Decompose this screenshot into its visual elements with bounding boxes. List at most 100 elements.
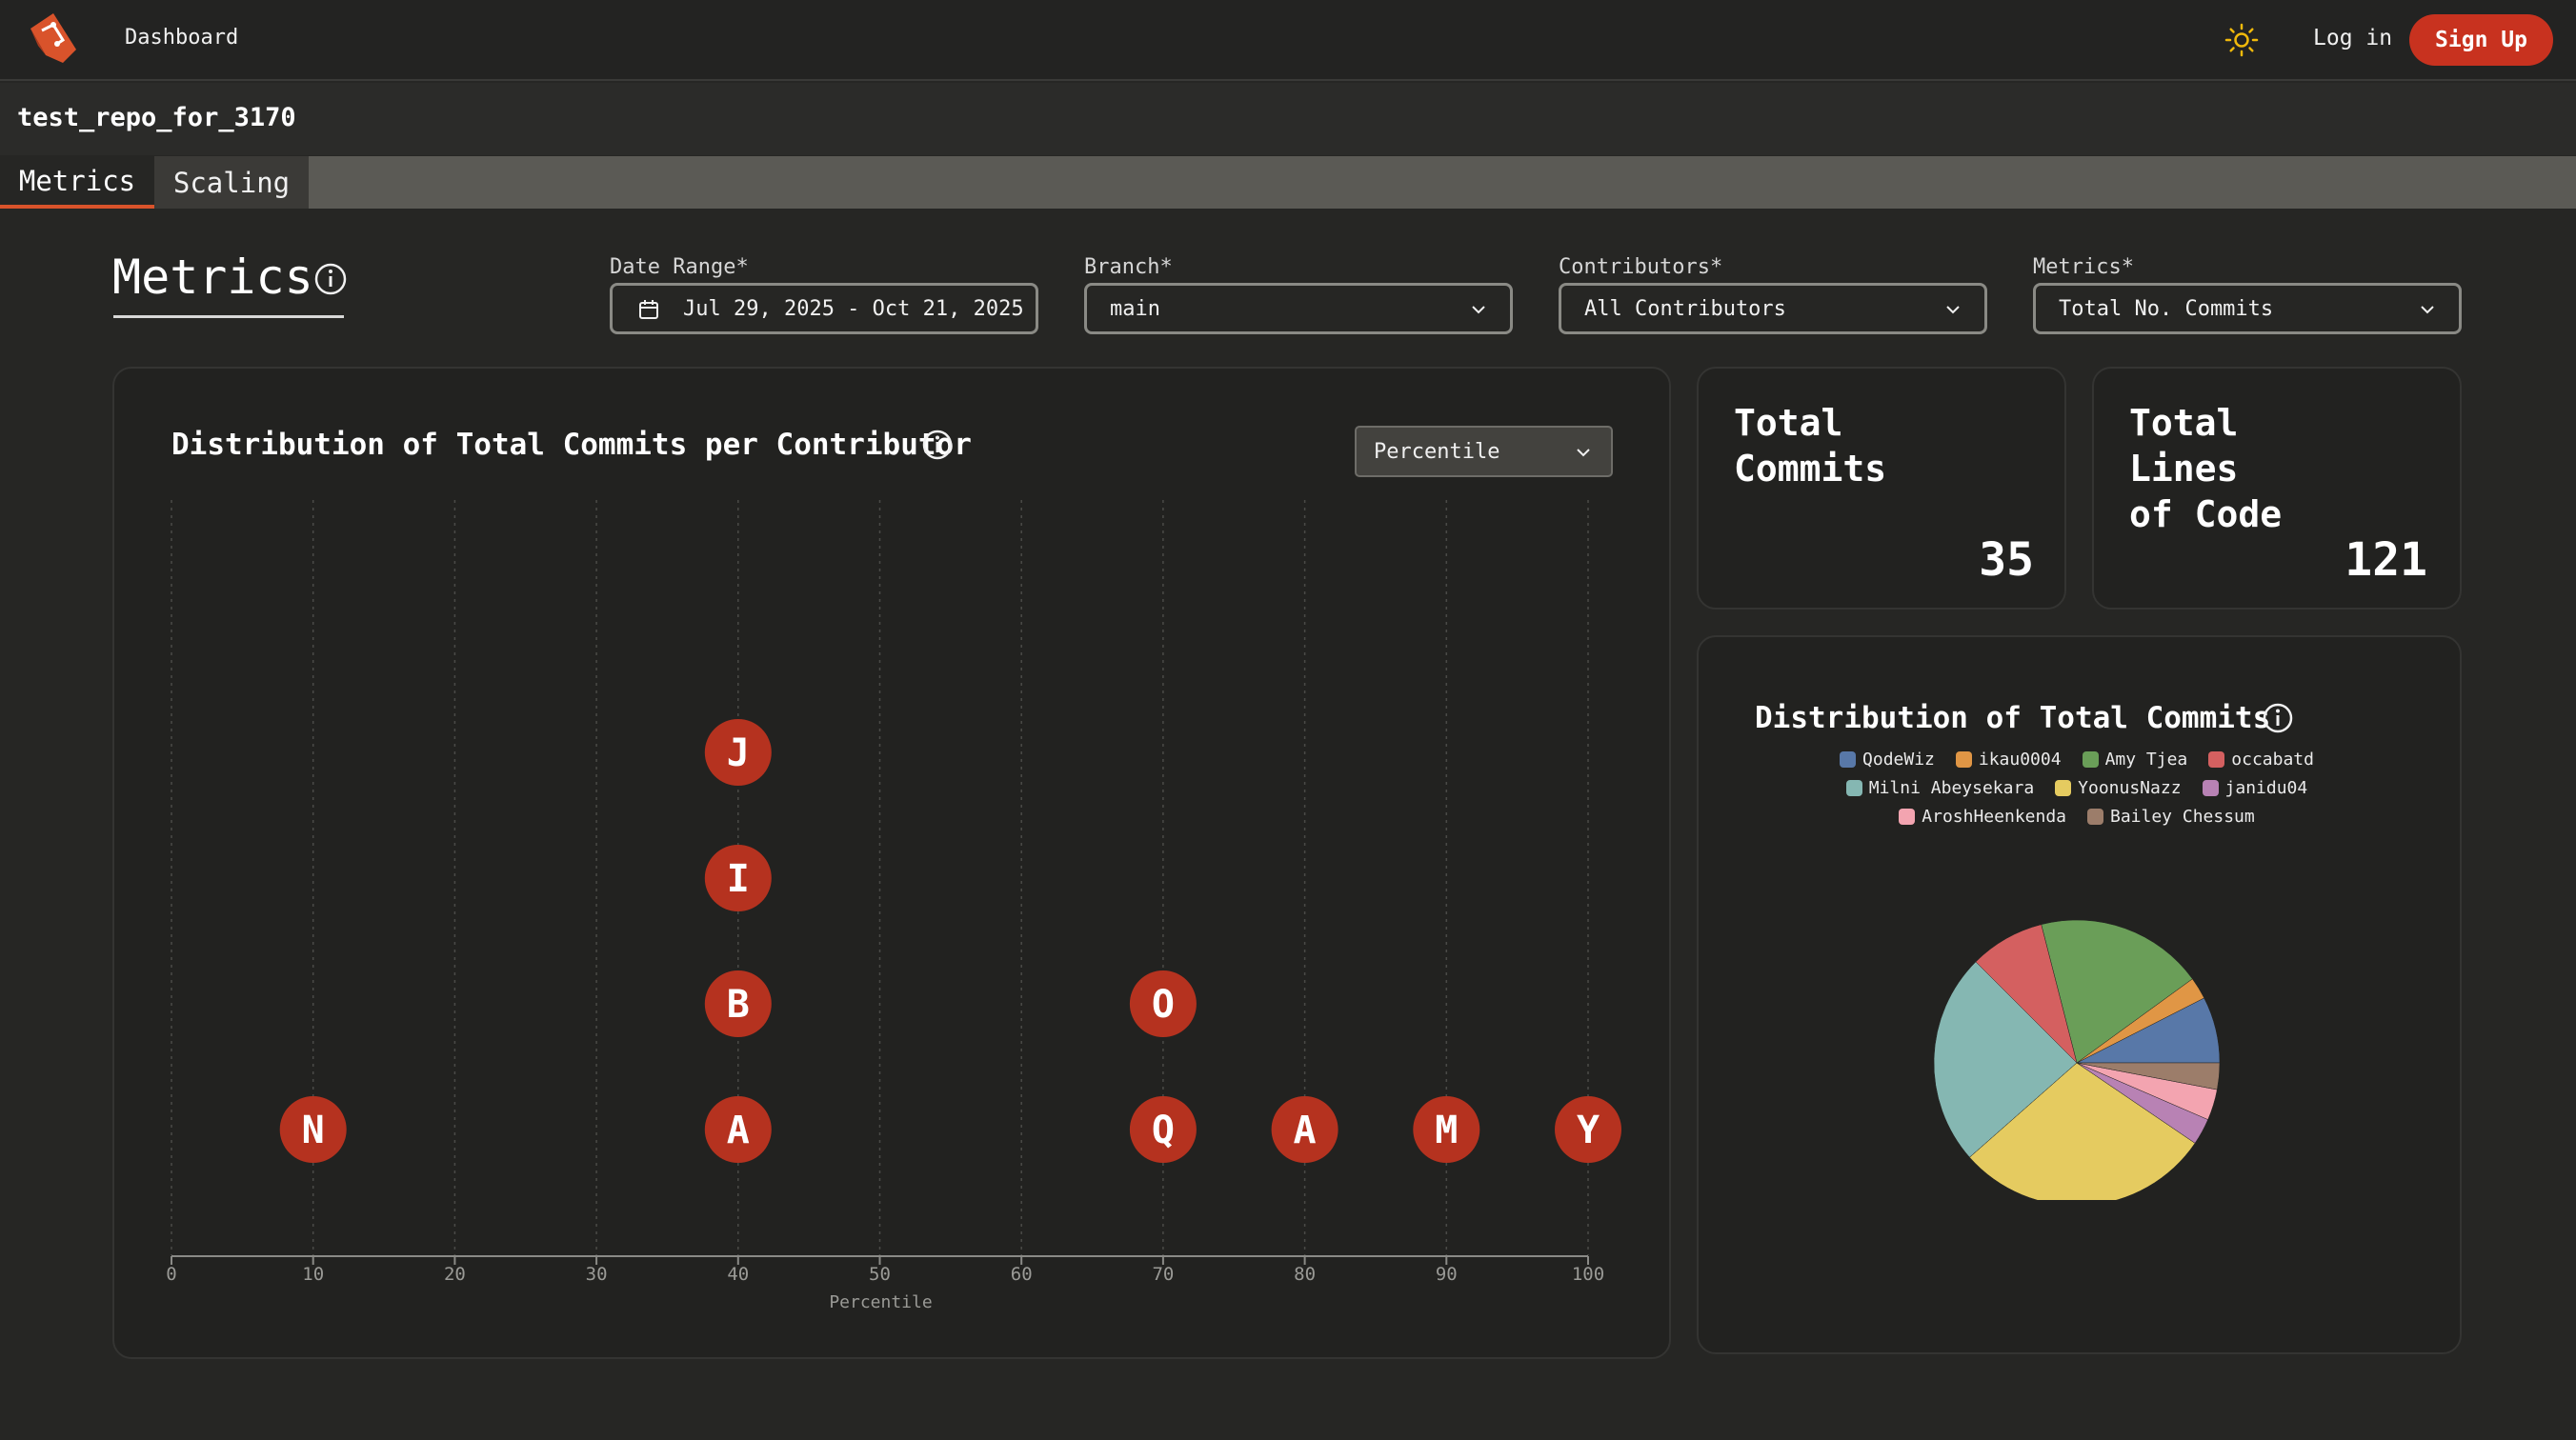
x-axis-label: Percentile xyxy=(829,1292,932,1312)
top-navbar xyxy=(0,0,2576,81)
total-lines-title-line1: Total xyxy=(2129,402,2239,444)
legend-swatch xyxy=(1899,808,1916,825)
contributors-select[interactable]: All Contributors xyxy=(1559,283,1987,334)
legend-label: Milni Abeysekara xyxy=(1868,777,2035,798)
info-icon[interactable] xyxy=(921,429,954,461)
x-tick-label: 60 xyxy=(1011,1264,1033,1285)
x-tick-label: 100 xyxy=(1572,1264,1604,1285)
contributor-initial: J xyxy=(727,731,750,775)
signup-button[interactable]: Sign Up xyxy=(2409,14,2553,66)
legend-item[interactable]: occabatd xyxy=(2208,750,2314,770)
contributor-point[interactable]: B xyxy=(704,970,772,1037)
contributor-initial: M xyxy=(1435,1109,1458,1152)
legend-swatch xyxy=(2055,779,2072,796)
legend-label: janidu04 xyxy=(2224,777,2308,798)
legend-item[interactable]: YoonusNazz xyxy=(2055,777,2182,798)
nav-dashboard-link[interactable]: Dashboard xyxy=(125,26,238,50)
x-tick-label: 40 xyxy=(727,1264,749,1285)
legend-swatch xyxy=(2087,808,2103,825)
legend-label: YoonusNazz xyxy=(2078,777,2182,798)
repo-header xyxy=(0,83,2576,155)
contributor-point[interactable]: A xyxy=(1271,1096,1338,1163)
app-logo-icon[interactable] xyxy=(25,11,80,67)
contributor-point[interactable]: A xyxy=(704,1096,772,1163)
contributor-initial: Y xyxy=(1577,1109,1600,1152)
contributor-point[interactable]: M xyxy=(1413,1096,1480,1163)
contributor-point[interactable]: Y xyxy=(1555,1096,1621,1163)
legend-label: QodeWiz xyxy=(1862,749,1935,770)
x-tick-label: 10 xyxy=(302,1264,324,1285)
date-range-picker[interactable]: Jul 29, 2025 - Oct 21, 2025 xyxy=(610,283,1038,334)
total-commits-title-line1: Total xyxy=(1734,402,1843,444)
distribution-scatter-chart: 0 10 20 30 40 50 60 70 80 90 100 Percentile N A B I J Q O A… xyxy=(166,500,1621,1312)
chevron-down-icon xyxy=(1946,306,1960,314)
login-link[interactable]: Log in xyxy=(2313,26,2392,50)
distribution-pie-chart xyxy=(1934,919,2220,1200)
total-commits-value: 35 xyxy=(1979,533,2034,587)
sun-icon[interactable] xyxy=(2224,23,2259,57)
legend-item[interactable]: Bailey Chessum xyxy=(2087,807,2255,827)
info-icon[interactable] xyxy=(313,262,348,296)
pie-legend: QodeWiz ikau0004 Amy Tjea occabatd Milni Abe… xyxy=(1715,745,2439,830)
chevron-down-icon xyxy=(1577,449,1590,457)
legend-item[interactable]: Milni Abeysekara xyxy=(1845,777,2035,798)
contributor-point[interactable]: N xyxy=(279,1096,347,1163)
legend-swatch xyxy=(2082,750,2099,768)
contributor-initial: O xyxy=(1152,983,1175,1027)
contributor-initial: B xyxy=(727,983,750,1027)
date-range-label: Date Range* xyxy=(610,255,749,279)
contributor-initial: I xyxy=(727,857,750,901)
contributor-initial: Q xyxy=(1152,1109,1175,1152)
page-title: Metrics xyxy=(112,250,313,305)
legend-swatch xyxy=(1845,779,1862,796)
distribution-chart-title: Distribution of Total Commits per Contri… xyxy=(171,428,972,462)
title-underline xyxy=(113,315,344,318)
x-tick-label: 80 xyxy=(1294,1264,1316,1285)
x-tick-label: 90 xyxy=(1436,1264,1458,1285)
legend-swatch xyxy=(2208,750,2225,768)
tab-metrics[interactable]: Metrics xyxy=(0,156,154,209)
contributor-initial: A xyxy=(1294,1109,1317,1152)
contributor-initial: N xyxy=(302,1109,325,1152)
total-lines-title-line3: of Code xyxy=(2129,493,2283,535)
contributor-point[interactable]: I xyxy=(704,845,772,911)
tab-bar xyxy=(0,156,2576,209)
percentile-select[interactable]: Percentile xyxy=(1355,426,1613,477)
pie-chart-title: Distribution of Total Commits xyxy=(1755,701,2271,735)
legend-item[interactable]: janidu04 xyxy=(2202,777,2308,798)
repo-name: test_repo_for_3170 xyxy=(17,103,296,132)
chevron-down-icon xyxy=(1472,306,1485,314)
legend-label: AroshHeenkenda xyxy=(1922,806,2066,827)
info-icon[interactable] xyxy=(2262,702,2294,734)
branch-select[interactable]: main xyxy=(1084,283,1513,334)
contributor-point[interactable]: J xyxy=(704,719,772,786)
contributor-point[interactable]: Q xyxy=(1129,1096,1197,1163)
x-tick-label: 20 xyxy=(444,1264,466,1285)
legend-swatch xyxy=(2202,779,2219,796)
legend-swatch xyxy=(1840,750,1857,768)
branch-label: Branch* xyxy=(1084,255,1173,279)
metrics-value: Total No. Commits xyxy=(2059,296,2274,321)
legend-swatch xyxy=(1955,750,1972,768)
contributor-point[interactable]: O xyxy=(1129,970,1197,1037)
legend-row: Milni Abeysekara YoonusNazz janidu04 xyxy=(1715,773,2439,802)
legend-row: QodeWiz ikau0004 Amy Tjea occabatd xyxy=(1715,745,2439,773)
branch-value: main xyxy=(1110,296,1160,321)
total-lines-value: 121 xyxy=(2345,533,2427,587)
metrics-label: Metrics* xyxy=(2033,255,2134,279)
legend-label: Amy Tjea xyxy=(2104,749,2188,770)
legend-label: ikau0004 xyxy=(1978,749,2062,770)
x-tick-label: 70 xyxy=(1152,1264,1174,1285)
metrics-select[interactable]: Total No. Commits xyxy=(2033,283,2462,334)
legend-item[interactable]: AroshHeenkenda xyxy=(1899,807,2066,827)
total-lines-title-line2: Lines xyxy=(2129,448,2239,490)
contributors-value: All Contributors xyxy=(1584,296,1786,321)
legend-item[interactable]: Amy Tjea xyxy=(2082,749,2188,770)
legend-item[interactable]: ikau0004 xyxy=(1955,749,2062,770)
legend-item[interactable]: QodeWiz xyxy=(1840,750,1935,770)
contributor-initial: A xyxy=(727,1109,750,1152)
legend-label: Bailey Chessum xyxy=(2110,806,2255,827)
tab-scaling[interactable]: Scaling xyxy=(154,156,309,209)
percentile-select-value: Percentile xyxy=(1374,440,1500,464)
date-range-value: Jul 29, 2025 - Oct 21, 2025 xyxy=(683,296,1024,321)
